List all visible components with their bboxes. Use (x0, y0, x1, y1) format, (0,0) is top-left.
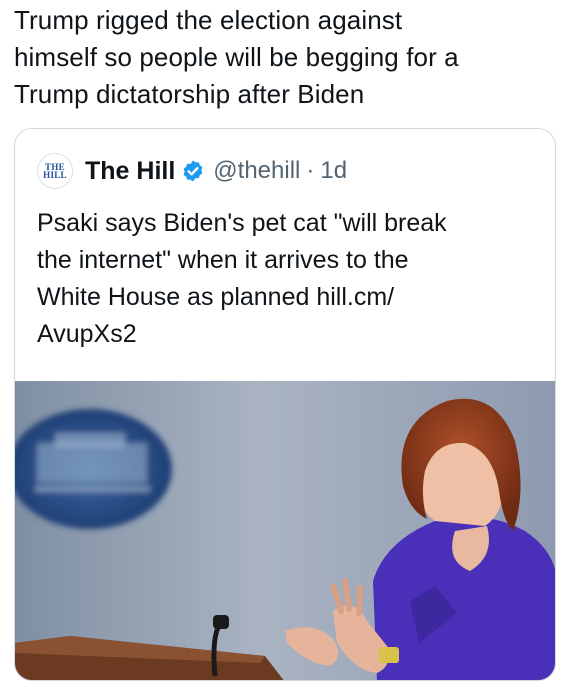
tweet-text-line: himself so people will be begging for a (14, 42, 459, 72)
verified-badge-icon (183, 160, 203, 182)
quoted-tweet-header: THE HILL The Hill @thehill · 1d (37, 153, 347, 189)
quoted-text-line: AvupXs2 (37, 320, 137, 348)
quoted-text-line: the internet" when it arrives to the (37, 246, 409, 274)
quoted-tweet-card[interactable]: THE HILL The Hill @thehill · 1d Psaki sa… (14, 128, 556, 681)
quoted-text-line: White House as planned hill.cm/ (37, 283, 395, 311)
separator-dot: · (306, 157, 315, 184)
timestamp[interactable]: 1d (320, 157, 347, 185)
quoted-tweet-text: Psaki says Biden's pet cat "will break t… (37, 205, 537, 353)
tweet-body: Trump rigged the election against himsel… (14, 2, 554, 113)
avatar[interactable]: THE HILL (37, 153, 73, 189)
display-name[interactable]: The Hill (85, 157, 175, 186)
quoted-text-line: Psaki says Biden's pet cat "will break (37, 209, 447, 237)
avatar-logo-text: HILL (43, 170, 67, 180)
press-briefing-photo (15, 381, 555, 680)
tweet-text-line: Trump rigged the election against (14, 5, 403, 35)
handle[interactable]: @thehill (213, 157, 300, 185)
tweet-media-image[interactable] (15, 381, 555, 680)
tweet-text-line: Trump dictatorship after Biden (14, 79, 365, 109)
